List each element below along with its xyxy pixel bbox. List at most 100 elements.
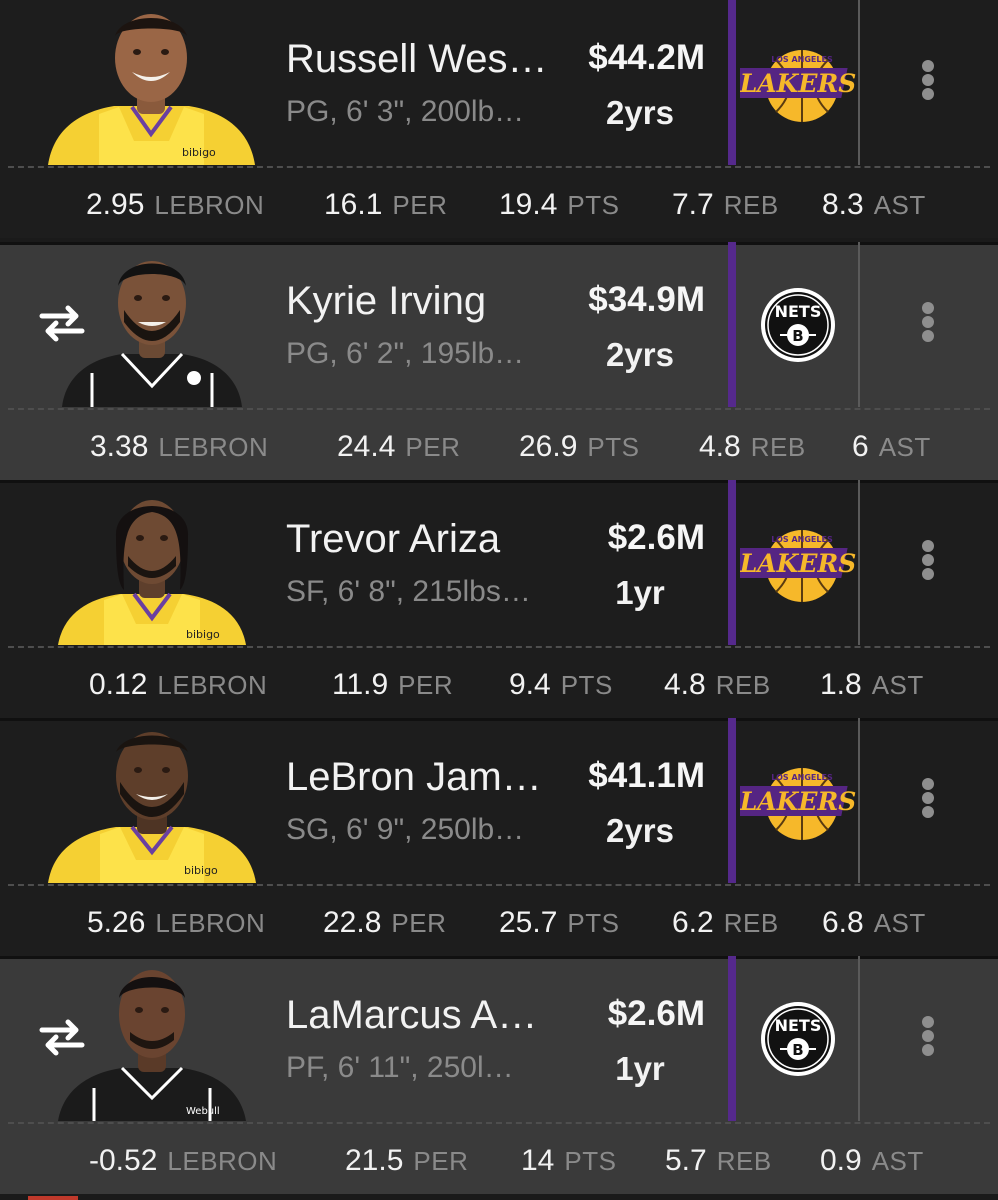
player-card[interactable]: Webull LaMarcus A… PF, 6' 11", 250l… $2.… [0,956,998,1194]
player-position-height-weight: PG, 6' 2", 195lb… [286,337,525,370]
stat-label: AST [878,432,931,462]
stat-pts: 14 PTS [521,1144,616,1178]
stat-value: 16.1 [324,188,383,221]
stat-value: 11.9 [332,668,389,701]
player-stats-row: -0.52 LEBRON 21.5 PER 14 PTS 5.7 REB 0.9 AST [0,1124,998,1194]
player-position-height-weight: PF, 6' 11", 250l… [286,1051,514,1084]
stat-label: REB [723,908,779,938]
player-stats-row: 0.12 LEBRON 11.9 PER 9.4 PTS 4.8 REB 1.8 AST [0,648,998,718]
stat-label: LEBRON [167,1146,278,1176]
stat-value: 6.2 [672,906,714,939]
player-card[interactable]: bibigo Russell Wes… PG, 6' 3", 200lb… $4… [0,0,998,238]
player-position-height-weight: SF, 6' 8", 215lbs… [286,575,531,608]
stat-label: PTS [587,432,640,462]
stat-label: AST [871,670,924,700]
stat-value: 26.9 [519,430,578,463]
stat-value: -0.52 [89,1144,158,1177]
stat-value: 22.8 [323,906,382,939]
player-name: LeBron Jam… [286,755,542,799]
svg-text:LOS ANGELES: LOS ANGELES [771,773,833,782]
player-position-height-weight: PG, 6' 3", 200lb… [286,95,525,128]
stat-value: 2.95 [86,188,145,221]
player-card-header: bibigo LeBron Jam… SG, 6' 9", 250lb… $41… [0,718,998,883]
svg-text:LAKERS: LAKERS [740,549,856,578]
menu-divider [858,718,860,883]
player-stats-row: 5.26 LEBRON 22.8 PER 25.7 PTS 6.2 REB 6.8 AST [0,886,998,956]
more-options-icon[interactable] [904,294,952,350]
svg-text:LOS ANGELES: LOS ANGELES [771,535,833,544]
more-options-icon[interactable] [904,532,952,588]
stat-reb: 4.8 REB [699,430,806,464]
stat-label: AST [871,1146,924,1176]
contract-years: 2yrs [606,336,674,373]
player-card-header: bibigo Trevor Ariza SF, 6' 8", 215lbs… $… [0,480,998,645]
contract-years: 1yr [615,574,665,611]
stat-value: 0.9 [820,1144,862,1177]
stat-label: PER [391,908,447,938]
svg-text:bibigo: bibigo [186,628,220,641]
player-card[interactable]: bibigo Trevor Ariza SF, 6' 8", 215lbs… $… [0,480,998,718]
player-card[interactable]: Kyrie Irving PG, 6' 2", 195lb… $34.9M 2y… [0,242,998,480]
stat-lebron: 2.95 LEBRON [86,188,264,222]
more-options-icon[interactable] [904,1008,952,1064]
stat-value: 21.5 [345,1144,404,1177]
stat-per: 16.1 PER [324,188,447,222]
contract-years: 2yrs [606,812,674,849]
stat-label: REB [715,670,771,700]
stat-ast: 6 AST [852,430,931,464]
player-salary: $44.2M [588,38,705,77]
stat-per: 24.4 PER [337,430,460,464]
stat-label: PER [398,670,454,700]
stat-label: LEBRON [158,432,269,462]
player-name: Trevor Ariza [286,517,501,561]
stat-lebron: 0.12 LEBRON [89,668,267,702]
player-card-header: bibigo Russell Wes… PG, 6' 3", 200lb… $4… [0,0,998,165]
svg-text:NETS: NETS [775,302,822,321]
stat-lebron: 3.38 LEBRON [90,430,268,464]
stat-label: PER [392,190,448,220]
card-divider-purple [728,0,736,165]
stat-per: 21.5 PER [345,1144,468,1178]
stat-per: 22.8 PER [323,906,446,940]
stat-value: 6.8 [822,906,864,939]
stat-label: AST [873,908,926,938]
more-options-icon[interactable] [904,770,952,826]
menu-divider [858,242,860,407]
stat-value: 25.7 [499,906,558,939]
stat-label: PTS [564,1146,617,1176]
stat-per: 11.9 PER [332,668,453,702]
card-divider-purple [728,956,736,1121]
stat-value: 9.4 [509,668,551,701]
player-salary: $34.9M [588,280,705,319]
player-salary: $41.1M [588,756,705,795]
svg-text:bibigo: bibigo [182,146,216,159]
stat-value: 8.3 [822,188,864,221]
stat-reb: 5.7 REB [665,1144,772,1178]
player-card[interactable]: bibigo LeBron Jam… SG, 6' 9", 250lb… $41… [0,718,998,956]
stat-reb: 7.7 REB [672,188,779,222]
contract-years: 2yrs [606,94,674,131]
stat-label: PER [413,1146,469,1176]
stat-label: REB [716,1146,772,1176]
player-photo: Webull [44,962,259,1121]
stat-pts: 19.4 PTS [499,188,619,222]
svg-text:bibigo: bibigo [184,864,218,877]
stat-label: LEBRON [155,908,266,938]
player-stats-row: 2.95 LEBRON 16.1 PER 19.4 PTS 7.7 REB 8.3 AST [0,168,998,238]
stat-label: LEBRON [157,670,268,700]
stat-label: PTS [567,908,620,938]
team-logo-nets: NETS B [738,252,858,397]
player-stats-row: 3.38 LEBRON 24.4 PER 26.9 PTS 4.8 REB 6 AST [0,410,998,480]
svg-text:LAKERS: LAKERS [740,69,856,98]
stat-lebron: -0.52 LEBRON [89,1144,277,1178]
stat-value: 19.4 [499,188,558,221]
team-logo-lakers: LAKERS LOS ANGELES [738,728,858,873]
stat-value: 0.12 [89,668,148,701]
bottom-indicator [28,1196,78,1200]
stat-label: PTS [567,190,620,220]
more-options-icon[interactable] [904,52,952,108]
stat-label: PTS [560,670,613,700]
stat-value: 6 [852,430,869,463]
stat-ast: 1.8 AST [820,668,924,702]
svg-text:Webull: Webull [186,1106,220,1117]
